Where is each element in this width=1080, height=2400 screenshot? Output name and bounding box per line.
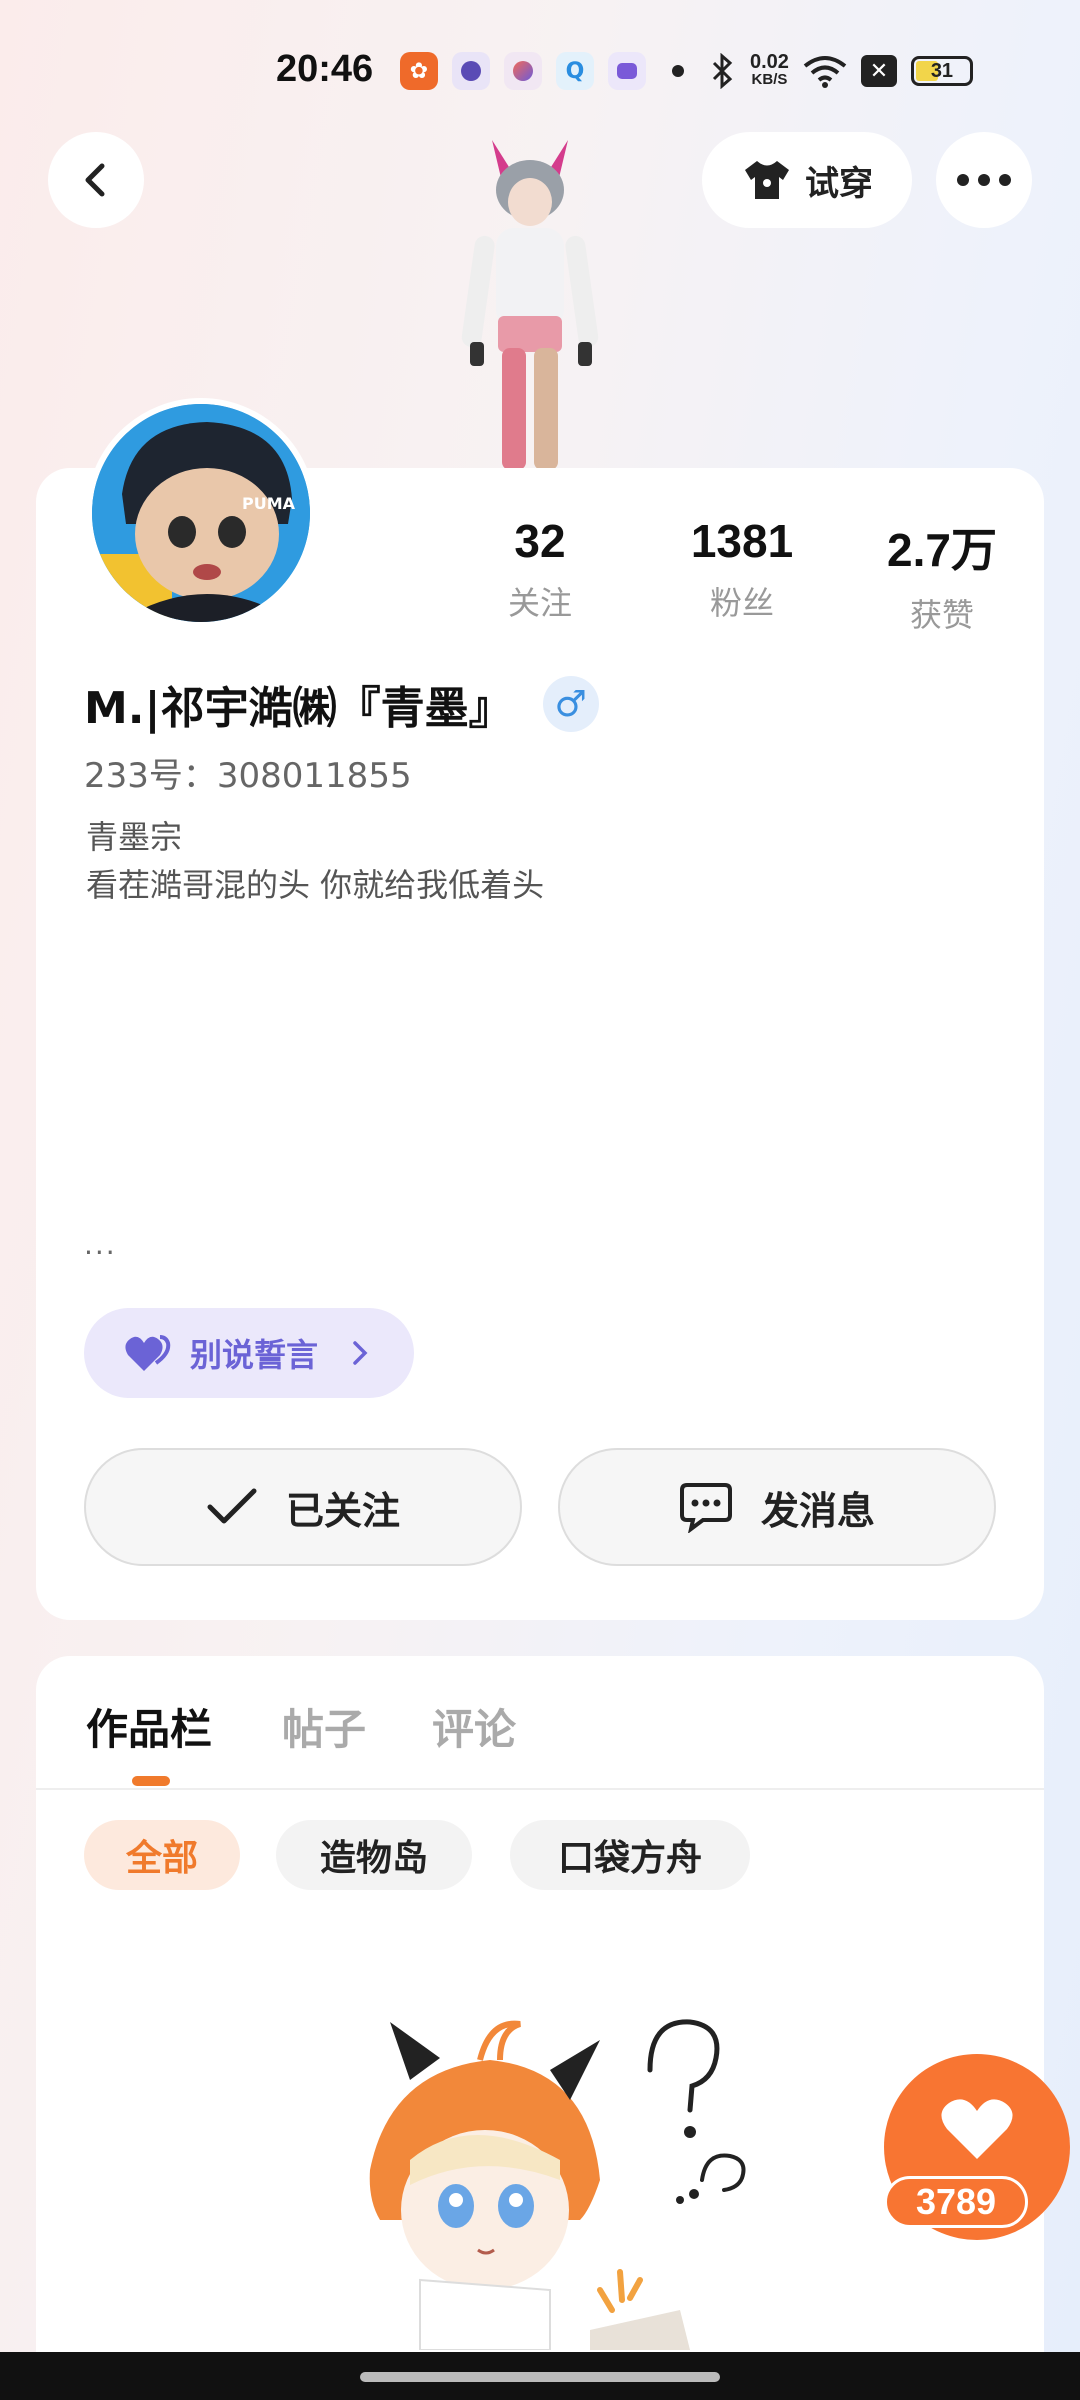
username-row: M.|祁宇澔㈱『青墨』 ♂ xyxy=(84,672,599,736)
stat-value: 1381 xyxy=(690,515,794,567)
tab-comments[interactable]: 评论 xyxy=(432,1696,516,1757)
bio-line-1: 青墨宗 xyxy=(86,818,183,856)
heart-icon xyxy=(941,2099,1013,2159)
stat-label: 粉丝 xyxy=(709,584,774,622)
try-on-label: 试穿 xyxy=(805,163,873,204)
stat-likes[interactable]: 2.7万 获赞 xyxy=(842,514,1042,636)
stat-followers[interactable]: 1381 粉丝 xyxy=(642,514,842,636)
bluetooth-icon xyxy=(712,53,733,89)
filter-chip-pocket-ark[interactable]: 口袋方舟 xyxy=(510,1820,750,1890)
stat-label: 关注 xyxy=(507,584,572,622)
app-icon-purple xyxy=(452,52,490,90)
male-gender-icon: ♂ xyxy=(542,676,599,732)
tab-posts[interactable]: 帖子 xyxy=(282,1696,366,1757)
net-speed: 0.02 KB/S xyxy=(750,51,789,88)
following-label: 已关注 xyxy=(285,1488,400,1533)
stat-label: 获赞 xyxy=(909,596,974,634)
username: M.|祁宇澔㈱『青墨』 xyxy=(84,683,513,734)
active-tab-indicator xyxy=(132,1776,170,1786)
filter-chip-creation-island[interactable]: 造物岛 xyxy=(276,1820,472,1890)
chevron-right-icon xyxy=(353,1341,368,1365)
filter-chip-all[interactable]: 全部 xyxy=(84,1820,240,1890)
tshirt-icon xyxy=(745,161,789,199)
status-icons: ✿ Q 0.02 KB/S ✕ 31 xyxy=(400,52,973,90)
app-icon-violet xyxy=(608,52,646,90)
status-bar: 20:46 ✿ Q 0.02 KB/S ✕ 31 xyxy=(0,0,1080,140)
user-id: 233号：308011855 xyxy=(84,756,412,796)
back-button[interactable] xyxy=(48,132,144,228)
home-gesture-handle[interactable] xyxy=(360,2372,720,2382)
bio-expand-ellipsis[interactable]: ··· xyxy=(84,1236,117,1269)
app-icon-orange: ✿ xyxy=(400,52,438,90)
wifi-icon xyxy=(803,56,847,88)
message-bubble-icon xyxy=(679,1483,732,1533)
stat-value: 32 xyxy=(514,515,566,567)
tag-pill[interactable]: 别说誓言 xyxy=(84,1308,414,1398)
stat-following[interactable]: 32 关注 xyxy=(440,514,640,636)
avatar[interactable]: PUMA xyxy=(86,398,316,628)
send-message-label: 发消息 xyxy=(760,1488,875,1533)
like-count-badge: 3789 xyxy=(884,2176,1028,2228)
svg-text:PUMA: PUMA xyxy=(242,494,296,513)
status-time: 20:46 xyxy=(276,48,374,90)
more-dots-icon xyxy=(957,174,1011,186)
heart-tag-icon xyxy=(125,1335,171,1371)
stat-value: 2.7万 xyxy=(887,524,997,576)
check-icon xyxy=(207,1488,257,1524)
tag-label: 别说誓言 xyxy=(190,1336,319,1374)
search-app-icon: Q xyxy=(556,52,594,90)
empty-state-mascot-image xyxy=(369,2019,746,2350)
try-on-button[interactable]: 试穿 xyxy=(702,132,912,228)
more-button[interactable] xyxy=(936,132,1032,228)
battery-icon: 31 xyxy=(910,56,973,86)
character-figure-image xyxy=(461,140,599,470)
app-icon-multicolor xyxy=(504,52,542,90)
profile-stats: 32 关注 1381 粉丝 2.7万 获赞 xyxy=(440,514,1042,636)
chevron-left-icon xyxy=(85,163,105,197)
tab-divider xyxy=(36,1788,1044,1790)
tab-works[interactable]: 作品栏 xyxy=(86,1696,212,1757)
close-box-icon: ✕ xyxy=(860,55,897,87)
bio-line-2: 看茬澔哥混的头 你就给我低着头 xyxy=(86,866,545,904)
dot-icon xyxy=(672,65,684,77)
following-button[interactable]: 已关注 xyxy=(84,1448,522,1566)
send-message-button[interactable]: 发消息 xyxy=(558,1448,996,1566)
